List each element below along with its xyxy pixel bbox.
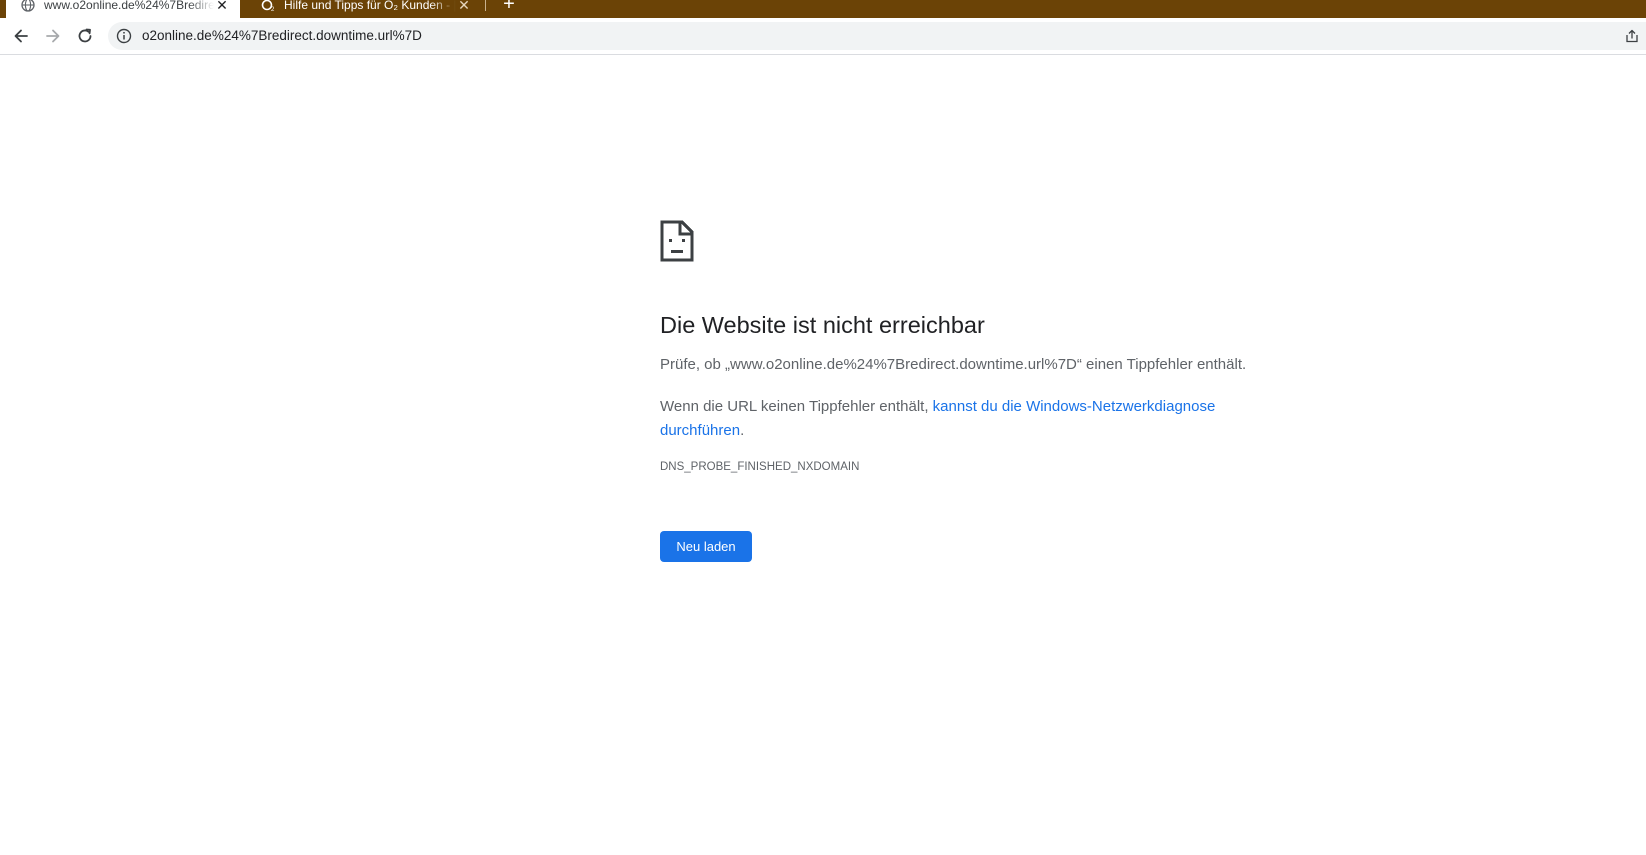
arrow-left-icon — [14, 29, 28, 43]
tab-separator — [485, 0, 486, 11]
suggestion-prefix: Wenn die URL keinen Tippfehler enthält, — [660, 398, 933, 415]
o2-logo-icon: 2 — [260, 0, 276, 13]
check-typo-text: Prüfe, ob „www.o2online.de%24%7Bredirect… — [660, 356, 1247, 373]
arrow-right-icon — [46, 29, 60, 43]
tab-title: Hilfe und Tipps für O₂ Kunden - | — [284, 0, 456, 12]
new-tab-button[interactable]: + — [499, 0, 519, 14]
close-tab-icon[interactable]: ✕ — [456, 0, 472, 13]
back-button[interactable] — [9, 24, 33, 48]
tab-title: www.o2online.de%24%7Bredirect — [44, 0, 214, 12]
suggestion-text: Wenn die URL keinen Tippfehler enthält, … — [660, 395, 1235, 443]
forward-button[interactable] — [41, 24, 65, 48]
tab-active[interactable]: www.o2online.de%24%7Bredirect ✕ — [6, 0, 240, 18]
toolbar: o2online.de%24%7Bredirect.downtime.url%7… — [0, 18, 1646, 55]
globe-icon — [20, 0, 36, 13]
close-tab-icon[interactable]: ✕ — [214, 0, 230, 13]
suggestion-suffix: . — [740, 422, 745, 439]
address-bar[interactable]: o2online.de%24%7Bredirect.downtime.url%7… — [108, 22, 1646, 50]
reload-icon — [78, 28, 92, 43]
reload-page-button[interactable]: Neu laden — [660, 531, 752, 562]
tab-inactive[interactable]: 2 Hilfe und Tipps für O₂ Kunden - | ✕ — [250, 0, 482, 18]
sad-document-icon — [660, 220, 694, 262]
svg-text:2: 2 — [271, 7, 275, 12]
url-text[interactable]: o2online.de%24%7Bredirect.downtime.url%7… — [142, 22, 422, 50]
error-headline: Die Website ist nicht erreichbar — [660, 312, 985, 338]
error-code: DNS_PROBE_FINISHED_NXDOMAIN — [660, 461, 860, 473]
share-icon[interactable] — [1624, 28, 1640, 44]
reload-button[interactable] — [73, 24, 97, 48]
tab-strip: www.o2online.de%24%7Bredirect ✕ 2 Hilfe … — [0, 0, 1646, 18]
info-icon[interactable] — [116, 28, 132, 44]
